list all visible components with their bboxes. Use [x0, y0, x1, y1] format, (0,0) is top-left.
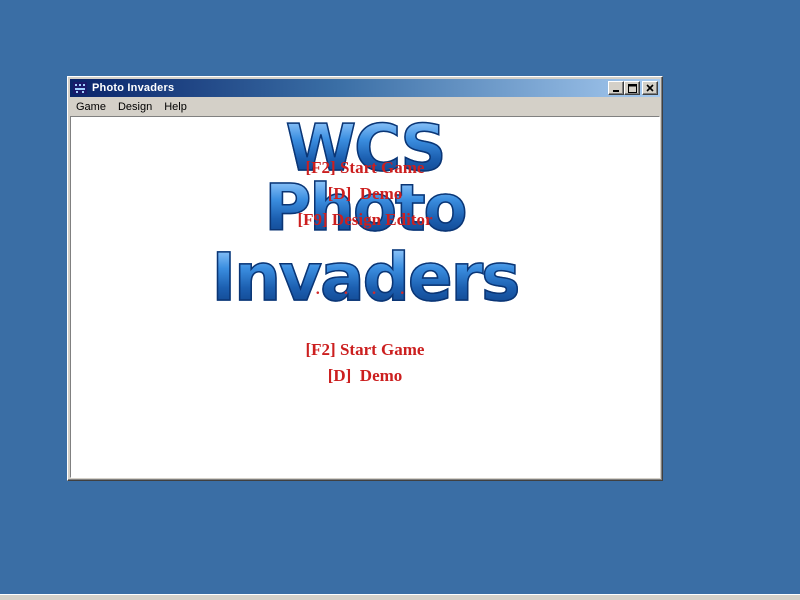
- start-game-option[interactable]: [F2] Start Game: [71, 340, 659, 360]
- minimize-button[interactable]: [608, 81, 624, 95]
- maximize-button[interactable]: [624, 81, 640, 95]
- menu-help[interactable]: Help: [158, 101, 193, 113]
- maximize-icon: [627, 83, 637, 93]
- close-button[interactable]: [642, 81, 658, 95]
- menu-design[interactable]: Design: [112, 101, 158, 113]
- invader-icon[interactable]: [73, 81, 87, 95]
- logo-invaders: Invaders: [71, 244, 659, 312]
- taskbar-edge: [0, 594, 800, 600]
- menu-game[interactable]: Game: [70, 101, 112, 113]
- demo-option[interactable]: [D] Demo: [71, 366, 659, 386]
- app-window: Photo Invaders Game Design Help WCS Phot…: [67, 76, 663, 481]
- window-title: Photo Invaders: [92, 82, 175, 94]
- minimize-icon: [613, 90, 619, 92]
- overlay-design-editor: [F9] Design Editor: [297, 210, 433, 229]
- menu-bar: Game Design Help: [70, 98, 660, 116]
- title-bar[interactable]: Photo Invaders: [70, 79, 660, 97]
- title-buttons: [608, 81, 658, 95]
- game-canvas[interactable]: WCS Photo Invaders [F2] Start Game [D] D…: [70, 116, 660, 478]
- overlay-start-game: [F2] Start Game: [305, 158, 425, 177]
- decoration-dots: • • • •: [315, 289, 415, 299]
- close-icon: [646, 84, 654, 92]
- overlay-demo: [D] Demo: [327, 184, 403, 203]
